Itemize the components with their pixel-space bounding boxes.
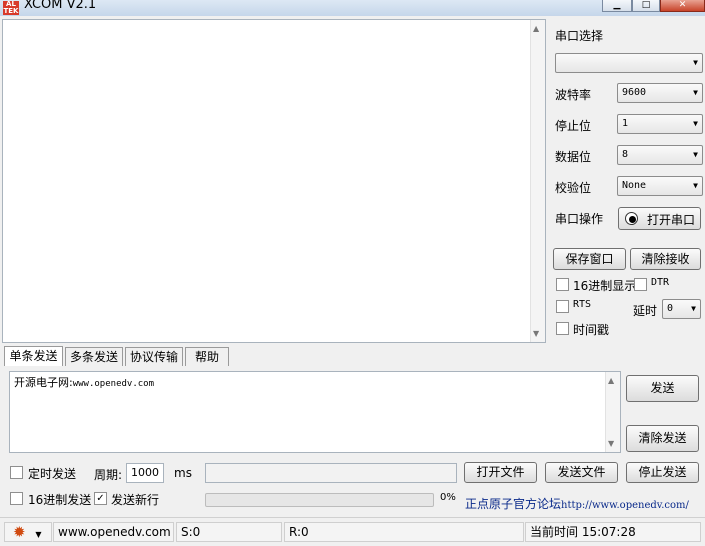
minimize-button[interactable]: ▁ [602, 0, 632, 12]
period-unit: ms [174, 466, 192, 480]
save-window-button[interactable]: 保存窗口 [553, 248, 626, 270]
receive-scrollbar[interactable]: ▲ ▼ [530, 20, 545, 342]
status-sent: S:0 [176, 522, 282, 542]
scroll-down-icon[interactable]: ▼ [608, 439, 614, 448]
send-newline-checkbox[interactable]: ✓ [94, 492, 107, 505]
tab-multi-send[interactable]: 多条发送 [65, 347, 123, 366]
databits-select[interactable]: 8 ▼ [617, 145, 703, 165]
progress-percent: 0% [440, 492, 456, 503]
send-scrollbar[interactable]: ▲ ▼ [605, 372, 620, 452]
send-newline-label: 发送新行 [111, 493, 160, 507]
parity-select[interactable]: None ▼ [617, 176, 703, 196]
chevron-down-icon: ▼ [693, 150, 698, 159]
baud-select[interactable]: 9600 ▼ [617, 83, 703, 103]
maximize-button[interactable]: □ [632, 0, 660, 12]
stopbits-select[interactable]: 1 ▼ [617, 114, 703, 134]
open-port-button[interactable]: 打开串口 [618, 207, 701, 230]
period-label: 周期: [94, 468, 123, 482]
open-file-button[interactable]: 打开文件 [464, 462, 537, 483]
timestamp-checkbox[interactable] [556, 322, 569, 335]
stopbits-label: 停止位 [555, 119, 592, 133]
port-select[interactable]: ▼ [555, 53, 703, 73]
tab-single-send[interactable]: 单条发送 [4, 346, 63, 366]
receive-textarea[interactable]: ▲ ▼ [2, 19, 546, 343]
send-text: 开源电子网:www.openedv.com [14, 376, 154, 389]
timestamp-label: 时间戳 [573, 323, 610, 337]
status-received: R:0 [284, 522, 524, 542]
clear-receive-button[interactable]: 清除接收 [630, 248, 701, 270]
title-bar: AL TEK XCOM V2.1 ▁ □ ✕ [0, 0, 705, 16]
settings-menu[interactable]: ✹ ▼ [4, 522, 52, 542]
send-file-button[interactable]: 发送文件 [545, 462, 618, 483]
port-select-label: 串口选择 [555, 29, 604, 43]
close-button[interactable]: ✕ [660, 0, 705, 12]
chevron-down-icon: ▼ [691, 304, 696, 313]
app-logo-icon: AL TEK [3, 0, 19, 15]
dtr-checkbox[interactable] [634, 278, 647, 291]
delay-label: 延时 [633, 304, 658, 318]
file-path-input[interactable] [205, 463, 457, 483]
scroll-up-icon[interactable]: ▲ [533, 24, 539, 33]
chevron-down-icon: ▼ [35, 530, 42, 539]
timed-send-label: 定时发送 [28, 467, 77, 481]
window-title: XCOM V2.1 [24, 0, 97, 12]
dtr-label: DTR [651, 277, 670, 288]
operation-label: 串口操作 [555, 212, 604, 226]
scroll-down-icon[interactable]: ▼ [533, 329, 539, 338]
hex-display-checkbox[interactable] [556, 278, 569, 291]
timed-send-checkbox[interactable] [10, 466, 23, 479]
send-progress-bar [205, 493, 434, 507]
delay-select[interactable]: 0 ▼ [662, 299, 701, 319]
chevron-down-icon: ▼ [693, 88, 698, 97]
gear-icon: ✹ [13, 523, 26, 541]
clear-send-button[interactable]: 清除发送 [626, 425, 699, 452]
parity-label: 校验位 [555, 181, 592, 195]
status-bar: ✹ ▼ www.openedv.com S:0 R:0 当前时间 15:07:2… [0, 517, 705, 546]
hex-send-label: 16进制发送 [28, 493, 92, 507]
period-input[interactable]: 1000 [126, 463, 164, 483]
send-button[interactable]: 发送 [626, 375, 699, 402]
tab-help[interactable]: 帮助 [185, 347, 229, 366]
status-time: 当前时间 15:07:28 [525, 522, 701, 542]
status-site[interactable]: www.openedv.com [53, 522, 174, 542]
chevron-down-icon: ▼ [693, 58, 698, 67]
baud-label: 波特率 [555, 88, 592, 102]
tab-protocol[interactable]: 协议传输 [125, 347, 183, 366]
forum-link[interactable]: 正点原子官方论坛http://www.openedv.com/ [465, 495, 689, 512]
scroll-up-icon[interactable]: ▲ [608, 376, 614, 385]
stop-send-button[interactable]: 停止发送 [626, 462, 699, 483]
hex-send-checkbox[interactable] [10, 492, 23, 505]
send-textarea[interactable]: 开源电子网:www.openedv.com ▲ ▼ [9, 371, 621, 453]
databits-label: 数据位 [555, 150, 592, 164]
chevron-down-icon: ▼ [693, 181, 698, 190]
rts-checkbox[interactable] [556, 300, 569, 313]
chevron-down-icon: ▼ [693, 119, 698, 128]
radio-indicator-icon [625, 212, 638, 225]
rts-label: RTS [573, 299, 592, 310]
hex-display-label: 16进制显示 [573, 279, 637, 293]
